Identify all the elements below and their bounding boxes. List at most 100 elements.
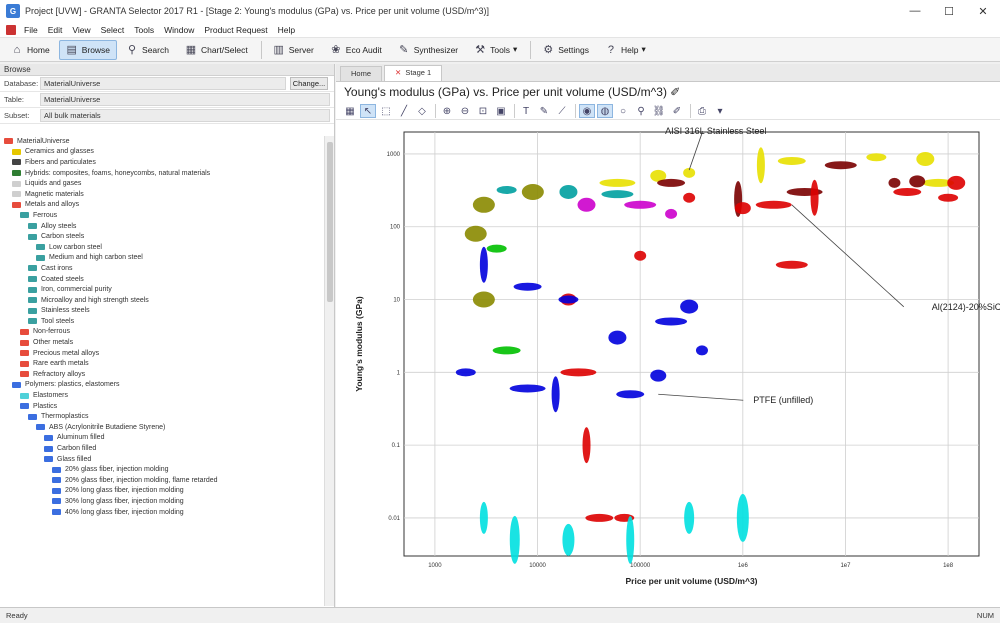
menu-file[interactable]: File xyxy=(24,25,38,35)
tree-item[interactable]: Microalloy and high strength steels xyxy=(0,295,324,306)
properties-icon[interactable]: ▦ xyxy=(342,104,358,118)
tree-item[interactable]: MaterialUniverse xyxy=(0,136,324,147)
database-row: Database: MaterialUniverse Change... xyxy=(0,76,334,92)
zoom-out-icon[interactable]: ⊖ xyxy=(457,104,473,118)
menu-select[interactable]: Select xyxy=(101,25,125,35)
gradient-line-icon[interactable]: ╱ xyxy=(396,104,412,118)
zoom-in-icon[interactable]: ⊕ xyxy=(439,104,455,118)
tree-item[interactable]: Other metals xyxy=(0,337,324,348)
tree-item[interactable]: 20% long glass fiber, injection molding xyxy=(0,486,324,497)
export-icon[interactable]: ⎙ xyxy=(694,104,710,118)
home-button[interactable]: ⌂ Home xyxy=(4,40,57,60)
chart-select-label: Chart/Select xyxy=(200,44,248,55)
tree-item[interactable]: ABS (Acrylonitrile Butadiene Styrene) xyxy=(0,422,324,433)
tree-item[interactable]: Fibers and particulates xyxy=(0,157,324,168)
tree-item[interactable]: Metals and alloys xyxy=(0,200,324,211)
data-bubble xyxy=(599,178,636,187)
pin-icon[interactable]: ⚲ xyxy=(633,104,649,118)
close-tab-icon[interactable]: ✕ xyxy=(395,68,401,77)
maximize-icon[interactable]: ☐ xyxy=(932,0,966,22)
tree-item[interactable]: Ferrous xyxy=(0,210,324,221)
tree-item[interactable]: Non-ferrous xyxy=(0,327,324,338)
eco-audit-button[interactable]: ❀ Eco Audit xyxy=(323,40,389,60)
browse-button[interactable]: ▤ Browse xyxy=(58,39,118,60)
tree-item[interactable]: Low carbon steel xyxy=(0,242,324,253)
tree-item[interactable]: 20% glass fiber, injection molding xyxy=(0,464,324,475)
menu-help[interactable]: Help xyxy=(278,25,295,35)
tree-item[interactable]: Glass filled xyxy=(0,454,324,465)
tree-item[interactable]: 20% glass fiber, injection molding, flam… xyxy=(0,475,324,486)
tab-stage-1[interactable]: ✕ Stage 1 xyxy=(384,65,443,81)
menu-window[interactable]: Window xyxy=(164,25,194,35)
tree-item[interactable]: Liquids and gases xyxy=(0,178,324,189)
tree-item[interactable]: Precious metal alloys xyxy=(0,348,324,359)
pen-icon[interactable]: ✎ xyxy=(536,104,552,118)
tree-item-label: Medium and high carbon steel xyxy=(49,254,143,262)
change-button[interactable]: Change... xyxy=(290,77,328,90)
menu-view[interactable]: View xyxy=(72,25,90,35)
box-select-icon[interactable]: ⬚ xyxy=(378,104,394,118)
y-tick-label: 1000 xyxy=(387,152,401,158)
close-icon[interactable]: ✕ xyxy=(966,0,1000,22)
synthesizer-button[interactable]: ✎ Synthesizer xyxy=(391,40,465,60)
line-icon[interactable]: ⟋ xyxy=(554,104,570,118)
chevron-down-icon: ▾ xyxy=(641,44,646,54)
tree-item[interactable]: Cast irons xyxy=(0,263,324,274)
menu-app-icon[interactable] xyxy=(6,24,16,35)
tree-item[interactable]: Elastomers xyxy=(0,390,324,401)
tree-item[interactable]: Magnetic materials xyxy=(0,189,324,200)
tree-item[interactable]: Alloy steels xyxy=(0,221,324,232)
database-field[interactable]: MaterialUniverse xyxy=(40,77,286,90)
tree-item[interactable]: Coated steels xyxy=(0,274,324,285)
hide-icon[interactable]: ○ xyxy=(615,104,631,118)
table-select[interactable]: MaterialUniverse xyxy=(40,93,330,106)
tree-item[interactable]: Tool steels xyxy=(0,316,324,327)
tools-button[interactable]: ⚒ Tools ▾ xyxy=(467,40,524,60)
tree-item[interactable]: Rare earth metals xyxy=(0,358,324,369)
search-button[interactable]: ⚲ Search xyxy=(119,40,176,60)
tree-item[interactable]: Medium and high carbon steel xyxy=(0,253,324,264)
show-labels-icon[interactable]: ◉ xyxy=(579,103,595,118)
link-icon[interactable]: ⛓ xyxy=(651,104,667,118)
tree-item[interactable]: Hybrids: composites, foams, honeycombs, … xyxy=(0,168,324,179)
edit-title-icon[interactable]: ✐ xyxy=(670,85,680,99)
app-icon: G xyxy=(6,4,20,18)
tree-item[interactable]: 40% long glass fiber, injection molding xyxy=(0,507,324,518)
tree-item[interactable]: Thermoplastics xyxy=(0,411,324,422)
tree-scrollbar[interactable] xyxy=(324,136,334,606)
minimize-icon[interactable]: — xyxy=(898,0,932,22)
help-button[interactable]: ? Help ▾ xyxy=(598,40,653,60)
tree-item[interactable]: Plastics xyxy=(0,401,324,412)
tree-item[interactable]: Carbon steels xyxy=(0,231,324,242)
menu-edit[interactable]: Edit xyxy=(48,25,63,35)
y-tick-label: 0.01 xyxy=(388,516,400,522)
tree-item-label: Ceramics and glasses xyxy=(25,148,94,156)
text-icon[interactable]: T xyxy=(518,104,534,118)
tree-scroll-thumb[interactable] xyxy=(327,142,333,302)
tree-item[interactable]: Iron, commercial purity xyxy=(0,284,324,295)
tree-item[interactable]: 30% long glass fiber, injection molding xyxy=(0,496,324,507)
chart-select-button[interactable]: ▦ Chart/Select xyxy=(178,40,255,60)
menu-product-request[interactable]: Product Request xyxy=(204,25,267,35)
chevron-down-icon[interactable]: ▾ xyxy=(712,104,728,118)
data-bubble xyxy=(562,523,575,556)
bubble-icon[interactable]: ◍ xyxy=(597,103,613,118)
tree-item[interactable]: Stainless steels xyxy=(0,306,324,317)
tree-item[interactable]: Refractory alloys xyxy=(0,369,324,380)
chart-plot[interactable]: 1000 10000 100000 1e6 1e7 1e8 1000 100 10 1 0.1 0.0… xyxy=(336,124,1000,607)
settings-button[interactable]: ⚙ Settings xyxy=(535,40,596,60)
tree-item[interactable]: Ceramics and glasses xyxy=(0,147,324,158)
server-button[interactable]: ▥ Server xyxy=(266,40,321,60)
zoom-fit-icon[interactable]: ⊡ xyxy=(475,104,491,118)
menu-tools[interactable]: Tools xyxy=(134,25,154,35)
tree-item[interactable]: Aluminum filled xyxy=(0,433,324,444)
edit-icon[interactable]: ✐ xyxy=(669,104,685,118)
help-label: Help xyxy=(620,44,639,55)
tab-home[interactable]: Home xyxy=(340,66,383,81)
autoscale-icon[interactable]: ▣ xyxy=(493,104,509,118)
tree-item[interactable]: Carbon filled xyxy=(0,443,324,454)
tree-item[interactable]: Polymers: plastics, elastomers xyxy=(0,380,324,391)
select-pointer-icon[interactable]: ↖ xyxy=(360,103,376,118)
envelope-icon[interactable]: ◇ xyxy=(414,104,430,118)
subset-select[interactable]: All bulk materials xyxy=(40,109,330,122)
